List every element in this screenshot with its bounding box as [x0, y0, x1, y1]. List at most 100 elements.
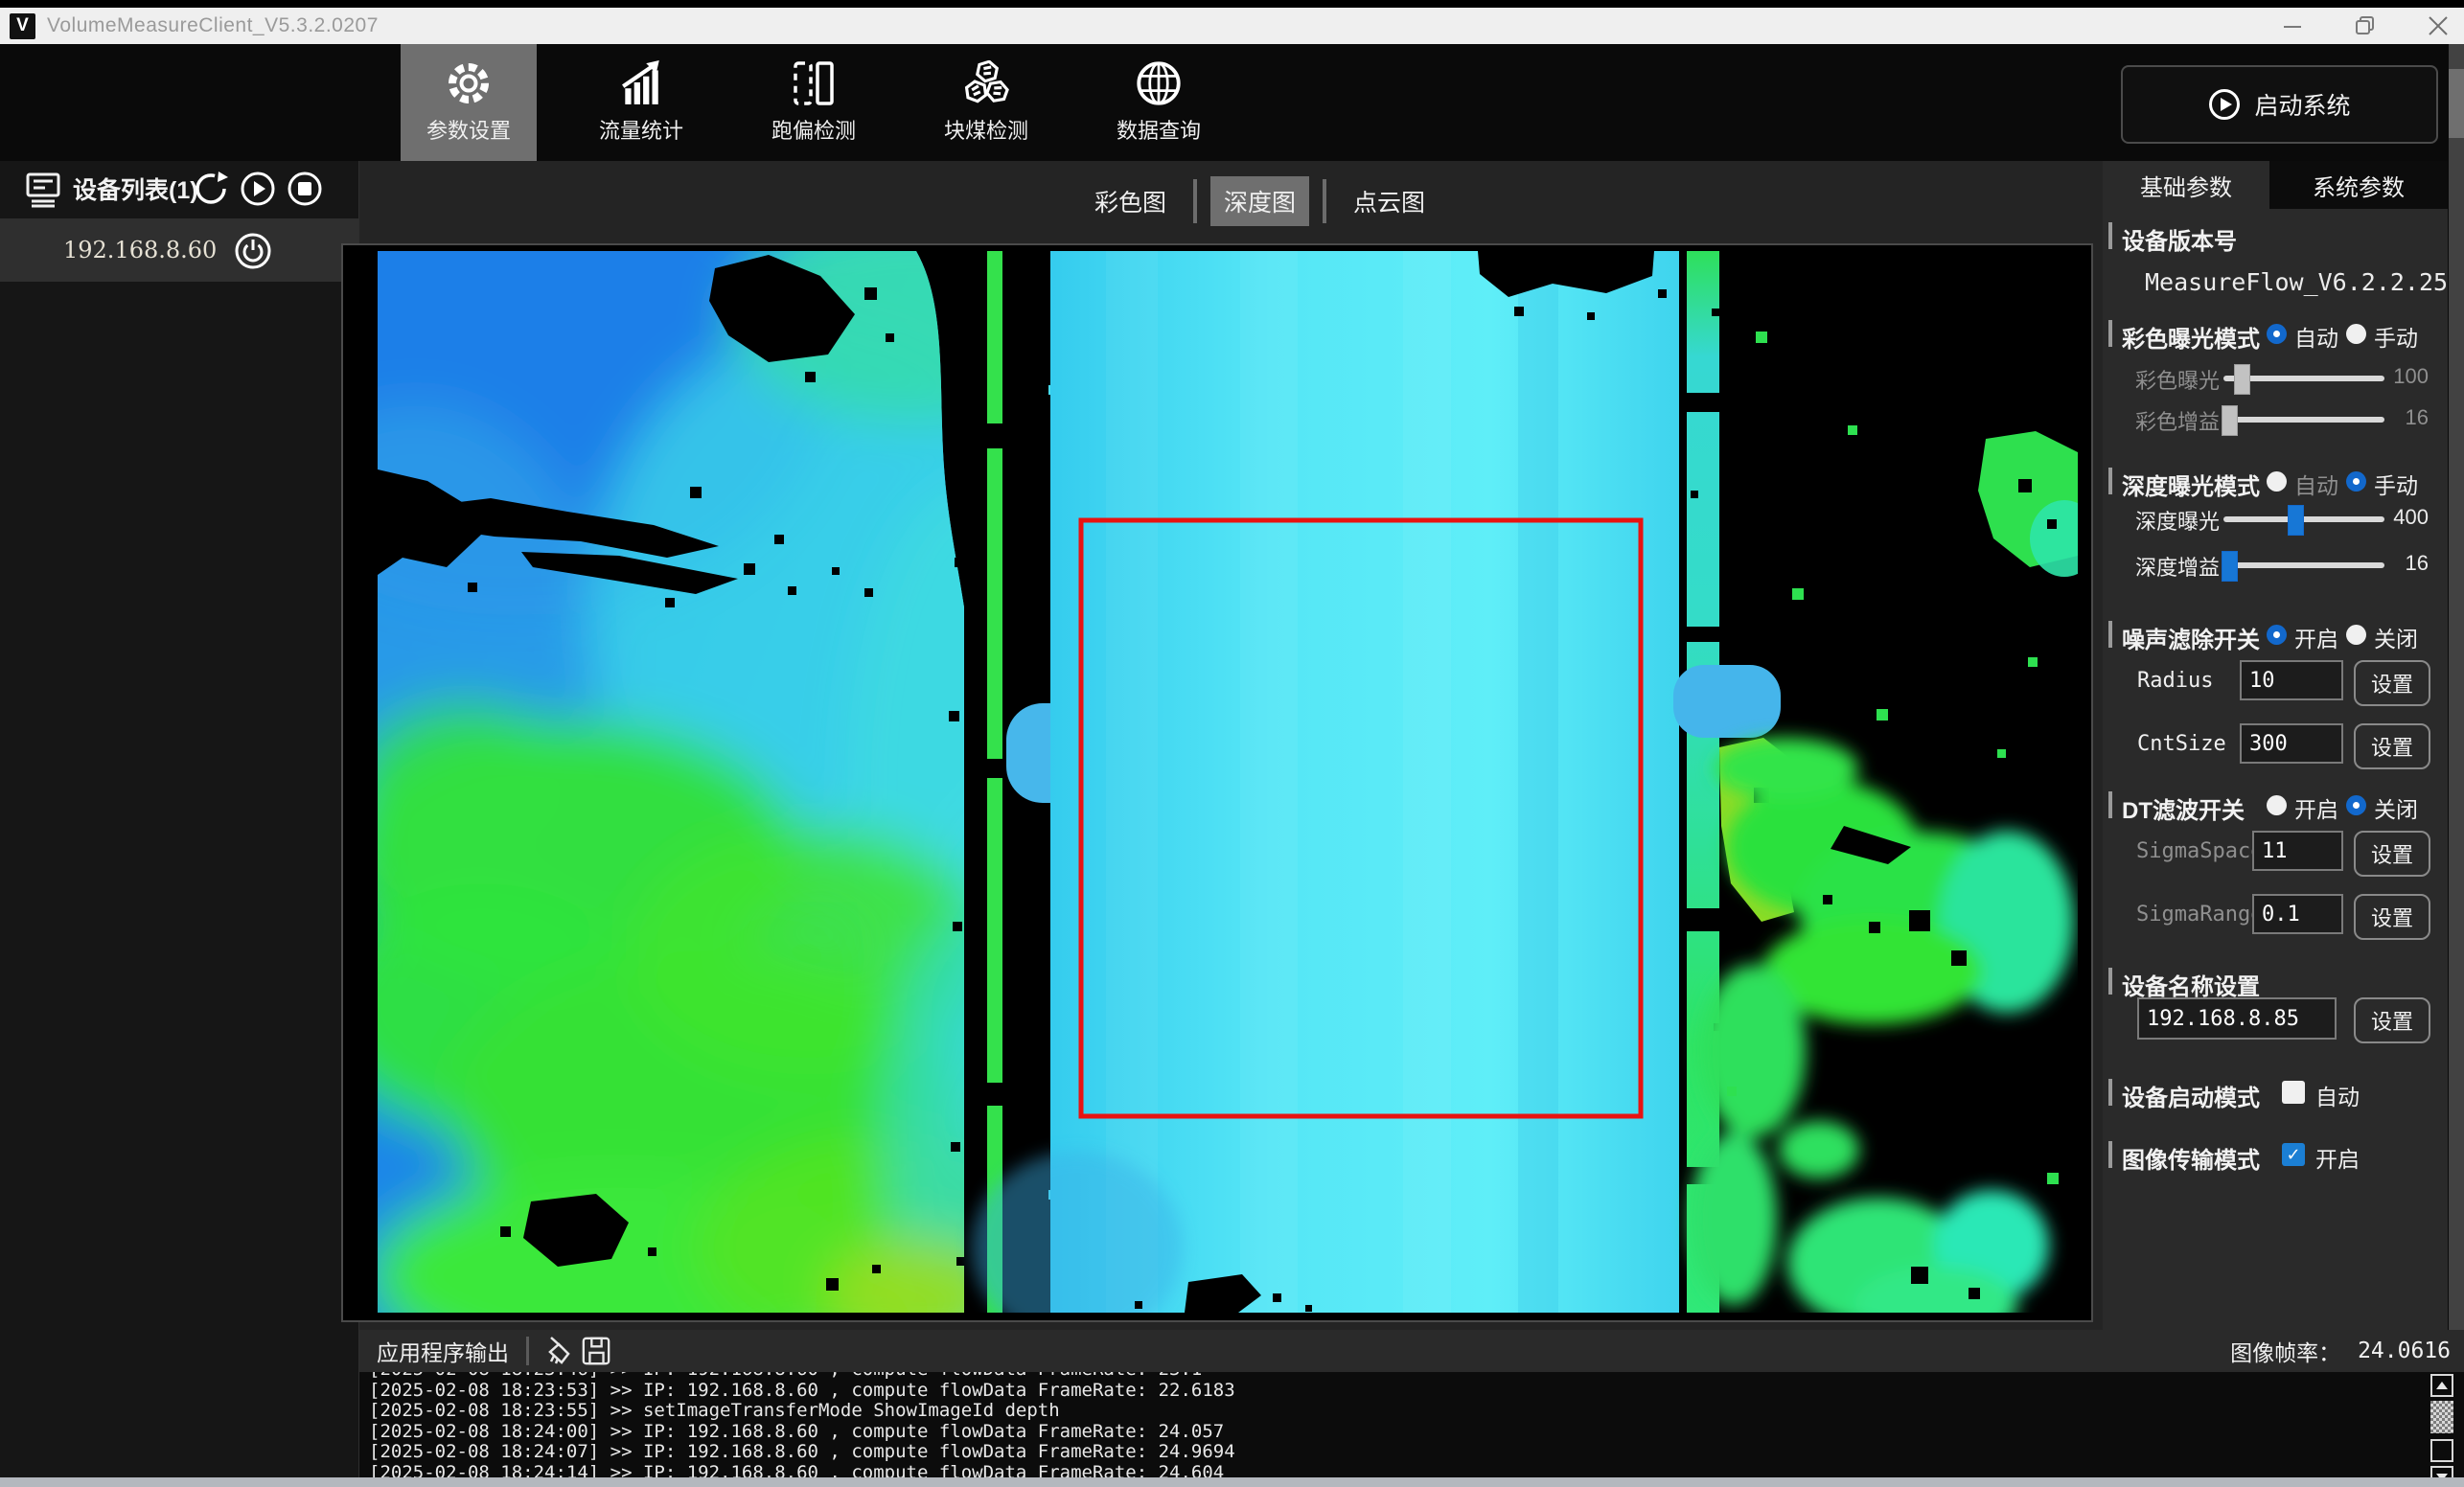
close-button[interactable]	[2424, 11, 2452, 40]
coal-icon	[963, 60, 1009, 106]
log-line: [2025-02-08 18:24:00] >> IP: 192.168.8.6…	[369, 1422, 2464, 1443]
toolbar-label: 块煤检测	[944, 114, 1028, 145]
start-system-button[interactable]: 启动系统	[2121, 65, 2438, 144]
device-power-button[interactable]	[234, 232, 272, 270]
tab-system-parameters[interactable]: 系统参数	[2269, 161, 2448, 209]
device-name-set-button[interactable]: 设置	[2354, 997, 2430, 1043]
sigma-space-set-button[interactable]: 设置	[2354, 831, 2430, 877]
tab-separator	[1193, 179, 1197, 223]
tab-depth-image[interactable]: 深度图	[1210, 176, 1309, 226]
sigma-space-input[interactable]	[2252, 831, 2343, 871]
device-row[interactable]: 192.168.8.60	[0, 218, 358, 282]
device-name-title: 设备名称设置	[2122, 968, 2260, 1001]
tab-color-image[interactable]: 彩色图	[1081, 176, 1180, 226]
color-gain-slider[interactable]	[2223, 417, 2384, 423]
device-list-header: 设备列表(1)	[0, 161, 358, 217]
device-list-title: 设备列表(1)	[73, 172, 198, 206]
depth-gain-slider-handle[interactable]	[2222, 551, 2238, 582]
noise-filter-on-radio[interactable]	[2267, 625, 2287, 645]
color-exposure-auto-radio[interactable]	[2267, 324, 2287, 344]
log-scrollbar[interactable]	[2430, 1374, 2453, 1477]
restore-button[interactable]	[2351, 11, 2380, 40]
radius-set-button[interactable]: 设置	[2354, 660, 2430, 706]
toolbar-item-parameter-settings[interactable]: 参数设置	[401, 44, 537, 161]
color-gain-slider-label: 彩色增益	[2130, 405, 2220, 436]
image-view-tabs: 彩色图 深度图 点云图	[1081, 178, 1439, 224]
color-exposure-manual-radio[interactable]	[2346, 324, 2366, 344]
depth-blob-right-tab	[1673, 665, 1781, 738]
depth-map-image	[378, 251, 2078, 1313]
log-scroll-up-button[interactable]	[2430, 1374, 2453, 1397]
save-icon	[581, 1336, 611, 1366]
log-separator	[526, 1337, 529, 1365]
log-line: [2025-02-08 18:23:53] >> IP: 192.168.8.6…	[369, 1381, 2464, 1402]
color-exposure-value: 100	[2383, 364, 2429, 389]
color-exposure-manual-label: 手动	[2374, 320, 2418, 353]
noise-filter-title: 噪声滤除开关	[2122, 621, 2260, 654]
depth-exposure-manual-label: 手动	[2374, 468, 2418, 500]
device-sidebar: 设备列表(1)	[0, 161, 359, 1477]
frame-rate-value: 24.0616	[2358, 1338, 2451, 1363]
toolbar-item-coal-detection[interactable]: 块煤检测	[918, 44, 1054, 161]
tab-basic-parameters[interactable]: 基础参数	[2103, 161, 2269, 209]
depth-exposure-slider-handle[interactable]	[2288, 505, 2304, 536]
refresh-devices-button[interactable]	[192, 170, 230, 208]
device-list-icon	[25, 170, 61, 208]
section-accent	[2108, 1141, 2112, 1168]
close-icon	[2427, 14, 2450, 37]
noise-filter-off-radio[interactable]	[2346, 625, 2366, 645]
toolbar-item-data-query[interactable]: 数据查询	[1091, 44, 1227, 161]
cntsize-input[interactable]	[2240, 723, 2343, 764]
stop-device-button[interactable]	[286, 170, 324, 208]
color-exposure-slider-handle[interactable]	[2234, 364, 2250, 395]
log-scroll-down-button[interactable]	[2430, 1466, 2453, 1477]
arrow-up-icon	[2436, 1382, 2448, 1389]
transfer-mode-checkbox[interactable]: ✓	[2282, 1143, 2305, 1166]
save-log-button[interactable]	[581, 1336, 611, 1366]
sigma-range-input[interactable]	[2252, 894, 2343, 934]
section-accent	[2108, 791, 2112, 818]
section-accent	[2108, 621, 2112, 648]
toolbar-item-flow-statistics[interactable]: 流量统计	[573, 44, 709, 161]
sigma-range-set-button[interactable]: 设置	[2354, 894, 2430, 940]
start-device-button[interactable]	[239, 170, 277, 208]
depth-exposure-auto-radio[interactable]	[2267, 471, 2287, 492]
depth-gain-slider[interactable]	[2223, 562, 2384, 568]
tab-separator	[1323, 179, 1326, 223]
panel-scrollbar[interactable]	[2449, 44, 2464, 1330]
noise-filter-on-label: 开启	[2294, 621, 2338, 653]
toolbar-item-deviation-detection[interactable]: 跑偏检测	[746, 44, 882, 161]
depth-exposure-title: 深度曝光模式	[2122, 468, 2260, 501]
dt-filter-off-radio[interactable]	[2346, 795, 2366, 815]
dt-filter-on-radio[interactable]	[2267, 795, 2287, 815]
color-gain-value: 16	[2383, 405, 2429, 430]
cntsize-set-button[interactable]: 设置	[2354, 723, 2430, 769]
log-scrollbar-thumb[interactable]	[2430, 1401, 2453, 1433]
tab-point-cloud[interactable]: 点云图	[1340, 176, 1439, 226]
toolbar: 参数设置 流量统计 跑偏检测	[0, 44, 2464, 161]
brush-icon	[542, 1336, 571, 1366]
depth-exposure-slider[interactable]	[2223, 516, 2384, 522]
log-line: [2025-02-08 18:23:55] >> setImageTransfe…	[369, 1401, 2464, 1422]
refresh-icon	[192, 170, 230, 208]
start-mode-checkbox-label: 自动	[2315, 1079, 2360, 1111]
color-gain-slider-handle[interactable]	[2222, 405, 2238, 436]
start-mode-checkbox[interactable]	[2282, 1081, 2305, 1104]
panel-scrollbar-thumb[interactable]	[2449, 69, 2464, 138]
play-icon	[239, 170, 277, 208]
device-ip: 192.168.8.60	[63, 237, 217, 263]
toolbar-label: 数据查询	[1117, 114, 1201, 145]
color-exposure-slider[interactable]	[2223, 376, 2384, 381]
depth-exposure-manual-radio[interactable]	[2346, 471, 2366, 492]
minimize-button[interactable]	[2278, 11, 2307, 40]
section-accent	[2108, 468, 2112, 494]
clear-log-button[interactable]	[542, 1336, 571, 1366]
device-name-input[interactable]	[2137, 997, 2337, 1040]
app-logo: V	[10, 13, 35, 39]
cntsize-label: CntSize	[2137, 732, 2226, 756]
section-accent	[2108, 222, 2112, 249]
radius-input[interactable]	[2240, 660, 2343, 700]
log-title: 应用程序输出	[377, 1335, 509, 1367]
toolbar-label: 跑偏检测	[771, 114, 856, 145]
dt-filter-on-label: 开启	[2294, 791, 2338, 824]
